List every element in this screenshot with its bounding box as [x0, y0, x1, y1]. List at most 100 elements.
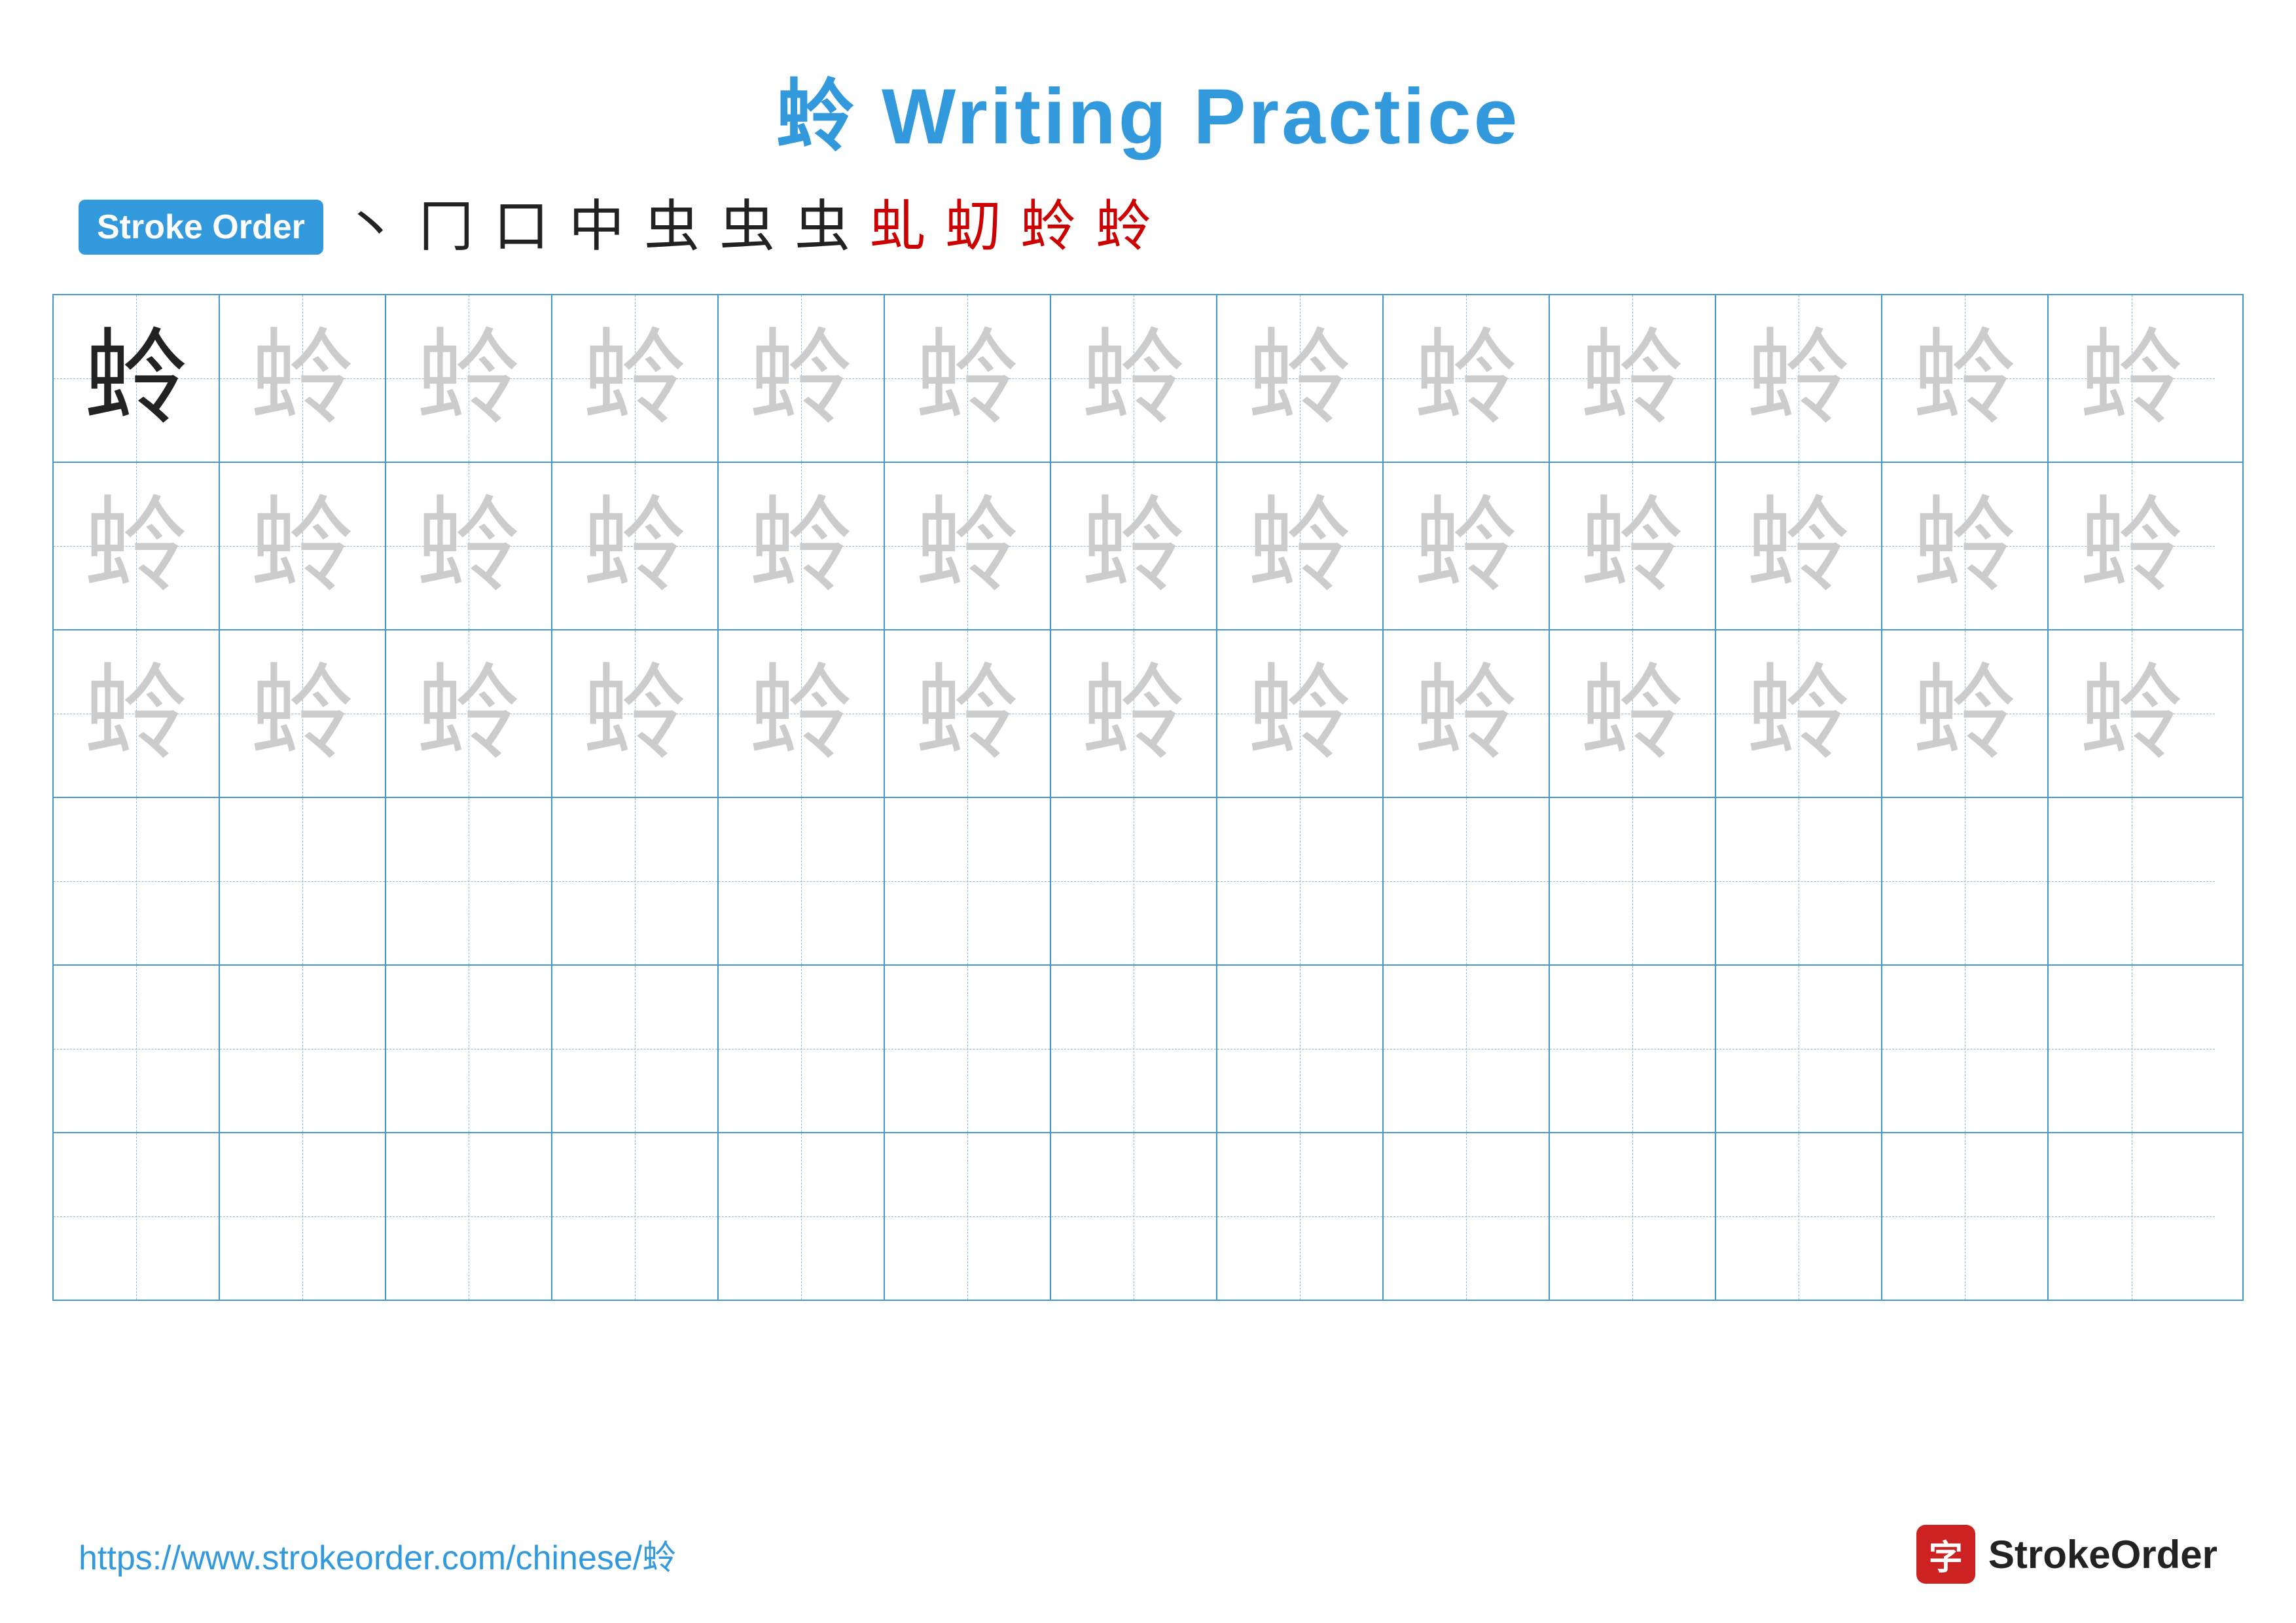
- grid-cell[interactable]: 蛉: [2049, 630, 2215, 797]
- grid-cell[interactable]: [220, 966, 386, 1132]
- grid-cell[interactable]: [1550, 966, 1716, 1132]
- grid-cell[interactable]: 蛉: [885, 295, 1051, 462]
- grid-cell[interactable]: 蛉: [220, 463, 386, 629]
- grid-cell[interactable]: [1051, 1133, 1217, 1300]
- grid-cell[interactable]: [1051, 966, 1217, 1132]
- grid-cell[interactable]: [1550, 798, 1716, 964]
- grid-cell[interactable]: 蛉: [1716, 630, 1882, 797]
- grid-cell[interactable]: [1217, 798, 1384, 964]
- grid-cell[interactable]: 蛉: [2049, 295, 2215, 462]
- grid-cell[interactable]: [885, 966, 1051, 1132]
- grid-cell[interactable]: 蛉: [552, 295, 719, 462]
- grid-cell[interactable]: [1716, 966, 1882, 1132]
- grid-cell[interactable]: [54, 798, 220, 964]
- grid-cell[interactable]: [54, 966, 220, 1132]
- grid-cell[interactable]: 蛉: [220, 295, 386, 462]
- logo-text: StrokeOrder: [1988, 1532, 2217, 1577]
- grid-cell[interactable]: 蛉: [220, 630, 386, 797]
- grid-cell[interactable]: 蛉: [719, 630, 885, 797]
- grid-cell[interactable]: 蛉: [54, 295, 220, 462]
- grid-cell[interactable]: 蛉: [1882, 630, 2049, 797]
- grid-cell[interactable]: [386, 1133, 552, 1300]
- grid-cell[interactable]: 蛉: [1384, 295, 1550, 462]
- grid-cell[interactable]: [2049, 1133, 2215, 1300]
- grid-cell[interactable]: [885, 1133, 1051, 1300]
- grid-cell[interactable]: 蛉: [1384, 630, 1550, 797]
- grid-cell[interactable]: [885, 798, 1051, 964]
- stroke-6: 虫: [719, 199, 775, 255]
- grid-row-5: [54, 1133, 2242, 1300]
- grid-cell[interactable]: [2049, 798, 2215, 964]
- grid-cell[interactable]: 蛉: [2049, 463, 2215, 629]
- grid-cell[interactable]: [1217, 966, 1384, 1132]
- grid-cell[interactable]: [552, 798, 719, 964]
- grid-cell[interactable]: 蛉: [386, 630, 552, 797]
- grid-cell[interactable]: 蛉: [54, 463, 220, 629]
- stroke-5: 虫: [644, 199, 700, 255]
- stroke-11: 蛉: [1096, 199, 1151, 255]
- grid-cell[interactable]: 蛉: [1051, 463, 1217, 629]
- grid-cell[interactable]: [2049, 966, 2215, 1132]
- grid-cell[interactable]: [552, 966, 719, 1132]
- stroke-7: 虫: [795, 199, 850, 255]
- grid-cell[interactable]: [1384, 966, 1550, 1132]
- stroke-10: 蛉: [1020, 199, 1076, 255]
- grid-cell[interactable]: [1051, 798, 1217, 964]
- stroke-8: 虬: [870, 199, 925, 255]
- grid-cell[interactable]: 蛉: [719, 463, 885, 629]
- grid-cell[interactable]: [1550, 1133, 1716, 1300]
- grid-cell[interactable]: [1716, 798, 1882, 964]
- grid-cell[interactable]: 蛉: [552, 630, 719, 797]
- grid-row-0: 蛉蛉蛉蛉蛉蛉蛉蛉蛉蛉蛉蛉蛉: [54, 295, 2242, 463]
- grid-row-1: 蛉蛉蛉蛉蛉蛉蛉蛉蛉蛉蛉蛉蛉: [54, 463, 2242, 630]
- grid-cell[interactable]: 蛉: [719, 295, 885, 462]
- grid-cell[interactable]: [220, 798, 386, 964]
- grid-cell[interactable]: 蛉: [1051, 630, 1217, 797]
- stroke-order-row: Stroke Order 丶 冂 口 中 虫 虫 虫 虬 虭 蛉 蛉: [0, 166, 2296, 274]
- stroke-9: 虭: [945, 199, 1001, 255]
- stroke-3: 口: [493, 199, 549, 255]
- grid-cell[interactable]: 蛉: [54, 630, 220, 797]
- grid-cell[interactable]: 蛉: [1550, 295, 1716, 462]
- grid-cell[interactable]: 蛉: [1051, 295, 1217, 462]
- grid-cell[interactable]: [719, 966, 885, 1132]
- grid-cell[interactable]: [719, 798, 885, 964]
- stroke-1: 丶: [343, 199, 399, 255]
- grid-cell[interactable]: [1882, 1133, 2049, 1300]
- grid-cell[interactable]: 蛉: [1217, 295, 1384, 462]
- title-char: 蛉: [776, 73, 857, 160]
- grid-cell[interactable]: 蛉: [1217, 630, 1384, 797]
- grid-cell[interactable]: [1882, 966, 2049, 1132]
- grid-cell[interactable]: 蛉: [552, 463, 719, 629]
- stroke-order-badge: Stroke Order: [79, 200, 323, 255]
- grid-cell[interactable]: 蛉: [1550, 630, 1716, 797]
- footer-url: https://www.strokeorder.com/chinese/蛉: [79, 1530, 676, 1579]
- grid-cell[interactable]: [552, 1133, 719, 1300]
- grid-cell[interactable]: [386, 966, 552, 1132]
- grid-cell[interactable]: 蛉: [1217, 463, 1384, 629]
- grid-cell[interactable]: [386, 798, 552, 964]
- grid-cell[interactable]: [54, 1133, 220, 1300]
- grid-cell[interactable]: 蛉: [1882, 463, 2049, 629]
- grid-cell[interactable]: [1217, 1133, 1384, 1300]
- grid-cell[interactable]: [719, 1133, 885, 1300]
- grid-cell[interactable]: 蛉: [1882, 295, 2049, 462]
- grid-cell[interactable]: 蛉: [1550, 463, 1716, 629]
- footer: https://www.strokeorder.com/chinese/蛉 字 …: [0, 1525, 2296, 1584]
- grid-cell[interactable]: 蛉: [386, 295, 552, 462]
- grid-cell[interactable]: 蛉: [1716, 295, 1882, 462]
- grid-cell[interactable]: 蛉: [885, 630, 1051, 797]
- grid-cell[interactable]: [1882, 798, 2049, 964]
- grid-cell[interactable]: 蛉: [1384, 463, 1550, 629]
- logo-icon: 字: [1916, 1525, 1975, 1584]
- logo-char: 字: [1929, 1530, 1963, 1579]
- page-title: 蛉 Writing Practice: [0, 0, 2296, 166]
- grid-cell[interactable]: 蛉: [386, 463, 552, 629]
- grid-cell[interactable]: 蛉: [1716, 463, 1882, 629]
- stroke-4: 中: [569, 199, 624, 255]
- grid-cell[interactable]: [1384, 798, 1550, 964]
- grid-cell[interactable]: 蛉: [885, 463, 1051, 629]
- grid-cell[interactable]: [220, 1133, 386, 1300]
- grid-cell[interactable]: [1716, 1133, 1882, 1300]
- grid-cell[interactable]: [1384, 1133, 1550, 1300]
